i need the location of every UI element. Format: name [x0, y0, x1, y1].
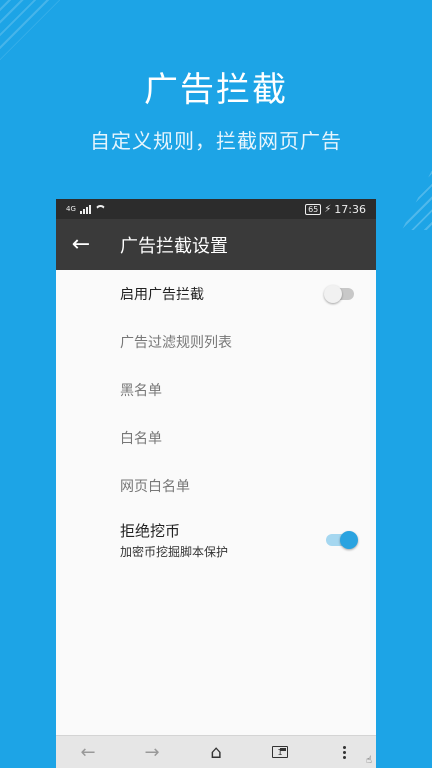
charging-icon: ⚡ — [324, 203, 332, 215]
battery-level: 65 — [308, 204, 319, 214]
setting-anti-mining[interactable]: 拒绝挖币 加密币挖掘脚本保护 — [56, 510, 376, 570]
arrow-right-icon: → — [144, 741, 160, 763]
setting-label: 黑名单 — [120, 383, 162, 399]
phone-screen: 4G 65 ⚡ 17:36 ← 广告拦截设置 启用广告拦截 广告过滤规则列表 黑… — [56, 199, 376, 768]
setting-summary: 加密币挖掘脚本保护 — [120, 545, 229, 559]
battery-icon: 65 — [305, 203, 322, 215]
arrow-left-icon: ← — [80, 741, 96, 763]
app-bar: ← 广告拦截设置 — [56, 219, 376, 270]
home-icon: ⌂ — [210, 741, 222, 763]
setting-label: 启用广告拦截 — [120, 287, 204, 303]
setting-label: 白名单 — [120, 431, 162, 447]
nav-forward-button[interactable]: → — [132, 736, 172, 768]
setting-filter-rules[interactable]: 广告过滤规则列表 — [56, 318, 376, 366]
nav-back-button[interactable]: ← — [68, 736, 108, 768]
toggle-knob — [324, 285, 342, 303]
back-button[interactable]: ← — [56, 219, 106, 270]
status-bar: 4G 65 ⚡ 17:36 — [56, 199, 376, 219]
enable-adblock-toggle[interactable] — [324, 285, 354, 303]
setting-label: 网页白名单 — [120, 479, 190, 495]
setting-title: 拒绝挖币 — [120, 522, 181, 540]
page-title: 广告拦截设置 — [120, 235, 228, 257]
tabs-button[interactable]: 1 — [260, 736, 300, 768]
network-type: 4G — [66, 205, 76, 213]
promo-subline: 自定义规则，拦截网页广告 — [90, 129, 342, 153]
setting-page-whitelist[interactable]: 网页白名单 — [56, 462, 376, 510]
toggle-knob — [340, 531, 358, 549]
promo-headline: 广告拦截 — [144, 70, 288, 110]
setting-label: 广告过滤规则列表 — [120, 335, 232, 351]
tab-count: 1 — [277, 747, 283, 757]
menu-button[interactable] — [324, 736, 364, 768]
decorative-stripes — [402, 150, 432, 230]
tabs-icon: 1 — [272, 746, 288, 758]
browser-toolbar: ← → ⌂ 1 ☝ — [56, 735, 376, 768]
home-button[interactable]: ⌂ — [196, 736, 236, 768]
setting-blacklist[interactable]: 黑名单 — [56, 366, 376, 414]
arrow-left-icon: ← — [71, 232, 91, 257]
setting-whitelist[interactable]: 白名单 — [56, 414, 376, 462]
more-vert-icon — [342, 745, 346, 759]
status-time: 17:36 — [334, 202, 366, 216]
wifi-icon — [95, 205, 106, 214]
hand-pointer-icon: ☝ — [365, 755, 372, 766]
anti-mining-toggle[interactable] — [326, 531, 358, 549]
signal-icon — [79, 204, 91, 214]
settings-list: 启用广告拦截 广告过滤规则列表 黑名单 白名单 网页白名单 拒绝挖币 加密币挖掘… — [56, 270, 376, 570]
setting-enable-adblock[interactable]: 启用广告拦截 — [56, 270, 376, 318]
